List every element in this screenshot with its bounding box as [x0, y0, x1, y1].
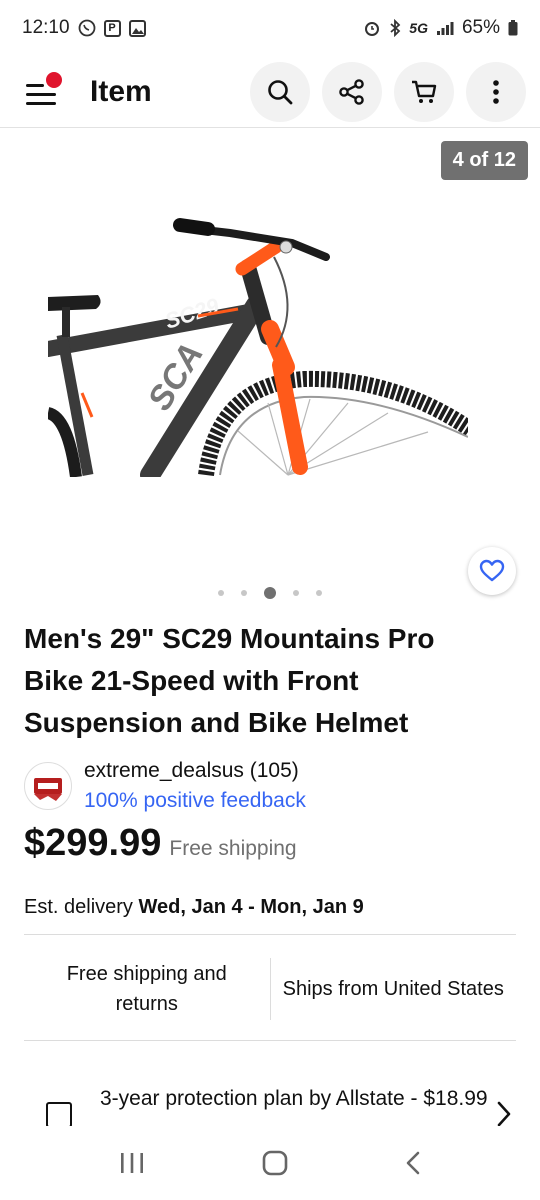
seller-name[interactable]: extreme_dealsus (105)	[84, 756, 306, 786]
listing-title: Men's 29" SC29 Mountains Pro Bike 21-Spe…	[24, 623, 435, 738]
search-button[interactable]	[250, 61, 310, 122]
free-shipping-returns: Free shipping and returns	[66, 963, 227, 1015]
app-bar: Item	[0, 56, 540, 128]
image-counter: 4 of 12	[440, 141, 528, 180]
price-row: $299.99 Free shipping	[24, 822, 297, 865]
image-gallery[interactable]: 4 of 12 SC29 SCA	[0, 129, 540, 619]
signal-icon	[436, 20, 454, 36]
battery-level: 65%	[461, 17, 500, 38]
gallery-pagination[interactable]	[0, 587, 540, 599]
protection-plan-row[interactable]: 3-year protection plan by Allstate - $18…	[24, 1076, 516, 1126]
chevron-right-icon[interactable]	[496, 1100, 512, 1126]
product-image[interactable]: SC29 SCA	[48, 217, 468, 477]
divider	[24, 1040, 516, 1041]
system-nav-bar	[0, 1126, 540, 1200]
parking-icon: P	[103, 19, 121, 37]
share-button[interactable]	[322, 61, 382, 122]
protection-plan-checkbox[interactable]	[46, 1102, 72, 1126]
status-time: 12:10	[22, 17, 70, 38]
estimated-delivery: Est. delivery Wed, Jan 4 - Mon, Jan 9	[24, 896, 364, 919]
gallery-icon	[128, 19, 146, 37]
gallery-dot[interactable]	[218, 590, 224, 596]
shipping-returns-row: Free shipping and returns Ships from Uni…	[24, 958, 516, 1020]
page-title: Item	[90, 74, 152, 108]
alarm-icon	[363, 19, 381, 37]
shipping-info: Free shipping	[169, 837, 297, 860]
gallery-dot[interactable]	[316, 590, 322, 596]
back-icon[interactable]	[405, 1150, 421, 1176]
network-type: 5G	[409, 20, 428, 36]
delivery-label: Est. delivery	[24, 896, 139, 918]
delivery-dates: Wed, Jan 4 - Mon, Jan 9	[138, 896, 364, 918]
cart-button[interactable]	[394, 61, 454, 122]
notification-dot	[46, 71, 62, 88]
more-options-button[interactable]	[466, 61, 526, 122]
seller-avatar[interactable]	[24, 762, 72, 810]
ships-from: Ships from United States	[282, 978, 504, 1000]
battery-icon	[508, 20, 518, 36]
status-bar: 12:10 P 5G 65%	[0, 0, 540, 56]
divider	[24, 934, 516, 935]
menu-button[interactable]	[24, 71, 64, 110]
share-icon	[339, 78, 364, 105]
gallery-dot[interactable]	[241, 590, 247, 596]
recents-icon[interactable]	[119, 1151, 145, 1175]
gallery-dot[interactable]	[293, 590, 299, 596]
whatsapp-icon	[78, 19, 96, 37]
seller-feedback-link[interactable]: 100% positive feedback	[84, 786, 306, 816]
home-icon[interactable]	[262, 1150, 288, 1176]
bluetooth-icon	[389, 19, 401, 37]
watchlist-button[interactable]	[468, 547, 516, 595]
price: $299.99	[24, 822, 162, 864]
heart-icon	[479, 559, 505, 582]
gallery-dot-active[interactable]	[264, 587, 276, 599]
cart-icon	[412, 80, 437, 103]
protection-plan-label[interactable]: 3-year protection plan by Allstate - $18…	[100, 1076, 496, 1114]
search-icon	[268, 79, 293, 104]
more-icon	[493, 79, 499, 104]
seller-info[interactable]: extreme_dealsus (105) 100% positive feed…	[24, 756, 306, 816]
